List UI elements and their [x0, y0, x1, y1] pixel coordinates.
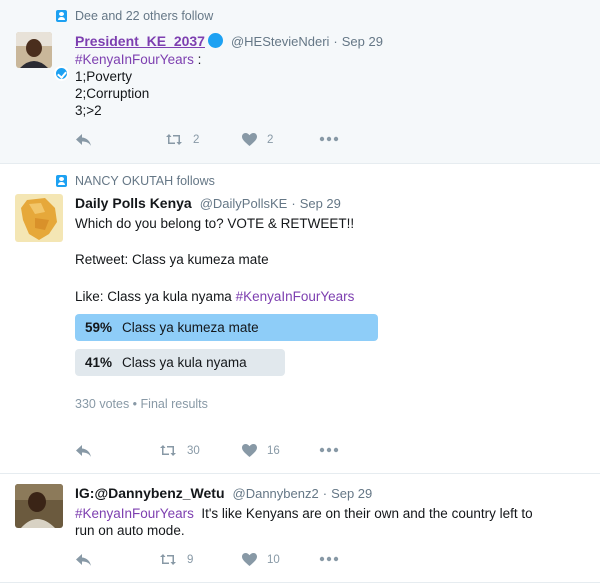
tweet-3[interactable]: IG:@Dannybenz_Wetu @Dannybenz2 · Sep 29 …	[0, 474, 600, 583]
more-dots-icon	[319, 136, 339, 142]
poll-results-meta: 330 votes • Final results	[75, 397, 208, 411]
tweet-text-line-3: Like: Class ya kula nyama #KenyaInFourYe…	[75, 288, 354, 305]
retweet-button[interactable]: 2	[165, 133, 199, 146]
hashtag-link[interactable]: #KenyaInFourYears	[236, 289, 355, 304]
timestamp[interactable]: Sep 29	[300, 196, 341, 211]
heart-icon	[242, 133, 257, 146]
poll-percent: 59%	[85, 320, 113, 335]
author-name[interactable]: Daily Polls Kenya	[75, 195, 192, 211]
text-line: run on auto mode.	[75, 523, 185, 538]
like-button[interactable]: 16	[242, 444, 280, 457]
like-count: 16	[267, 444, 280, 457]
like-button[interactable]: 10	[242, 553, 280, 566]
verified-badge-icon	[54, 66, 69, 81]
verified-icon	[207, 33, 223, 48]
poll-option-2: 41% Class ya kula nyama	[75, 349, 285, 376]
separator: ·	[322, 486, 328, 501]
poll-label: Class ya kula nyama	[122, 355, 247, 370]
tweet-actions: 30 16	[75, 444, 375, 464]
more-button[interactable]	[319, 136, 339, 142]
tweet-header: President_KE_2037 @HEStevieNderi · Sep 2…	[75, 31, 383, 49]
retweet-count: 2	[193, 133, 200, 146]
social-context-text: Dee and 22 others follow	[75, 9, 214, 23]
tweet-text-line-1: Which do you belong to? VOTE & RETWEET!!	[75, 216, 355, 231]
retweet-button[interactable]: 9	[159, 553, 193, 566]
tweet-1[interactable]: Dee and 22 others follow President_KE_20…	[0, 0, 600, 164]
author-handle[interactable]: @HEStevieNderi	[231, 34, 329, 49]
retweet-count: 30	[187, 444, 200, 457]
text-line: 3;>2	[75, 103, 102, 118]
tweet-actions: 9 10	[75, 553, 375, 573]
author-name[interactable]: IG:@Dannybenz_Wetu	[75, 485, 225, 501]
text-fragment: :	[193, 52, 202, 67]
reply-button[interactable]	[75, 444, 92, 458]
reply-icon	[76, 554, 91, 566]
reply-icon	[76, 134, 91, 146]
text-fragment: Like: Class ya kula nyama	[75, 289, 236, 304]
timestamp[interactable]: Sep 29	[331, 486, 372, 501]
poll-label: Class ya kumeza mate	[122, 320, 259, 335]
poll-percent: 41%	[85, 355, 113, 370]
reply-button[interactable]	[75, 553, 92, 567]
reply-button[interactable]	[75, 133, 92, 147]
tweet-text: #KenyaInFourYears It's like Kenyans are …	[75, 505, 585, 539]
timestamp[interactable]: Sep 29	[342, 34, 383, 49]
more-button[interactable]	[319, 556, 339, 562]
more-dots-icon	[319, 447, 339, 453]
author-handle[interactable]: @Dannybenz2	[233, 486, 319, 501]
like-button[interactable]: 2	[242, 133, 273, 146]
hashtag-link[interactable]: #KenyaInFourYears	[75, 52, 194, 67]
separator: ·	[291, 196, 296, 211]
reply-icon	[76, 445, 91, 457]
tweet-header: Daily Polls Kenya @DailyPollsKE · Sep 29	[75, 195, 341, 211]
author-handle[interactable]: @DailyPollsKE	[200, 196, 288, 211]
tweet-header: IG:@Dannybenz_Wetu @Dannybenz2 · Sep 29	[75, 485, 372, 501]
retweet-icon	[160, 554, 176, 565]
social-context[interactable]: NANCY OKUTAH follows	[56, 173, 215, 189]
text-fragment: It's like Kenyans are on their own and t…	[193, 506, 533, 521]
tweet-actions: 2 2	[75, 133, 375, 153]
heart-icon	[242, 444, 257, 457]
author-name[interactable]: President_KE_2037	[75, 33, 205, 49]
social-context[interactable]: Dee and 22 others follow	[56, 8, 213, 24]
text-line: 1;Poverty	[75, 69, 133, 84]
avatar[interactable]	[16, 32, 52, 68]
retweet-button[interactable]: 30	[159, 444, 200, 457]
heart-icon	[242, 553, 257, 566]
retweet-icon	[166, 134, 182, 145]
like-count: 2	[267, 133, 274, 146]
avatar[interactable]	[15, 484, 63, 528]
retweet-count: 9	[187, 553, 194, 566]
more-dots-icon	[319, 556, 339, 562]
text-line: 2;Corruption	[75, 86, 150, 101]
separator: ·	[333, 34, 338, 49]
retweet-icon	[160, 445, 176, 456]
tweet-2[interactable]: NANCY OKUTAH follows Daily Polls Kenya @…	[0, 164, 600, 474]
avatar[interactable]	[15, 194, 63, 242]
poll-option-1: 59% Class ya kumeza mate	[75, 314, 378, 341]
tweet-text-line-2: Retweet: Class ya kumeza mate	[75, 252, 269, 267]
like-count: 10	[267, 553, 280, 566]
hashtag-link[interactable]: #KenyaInFourYears	[75, 506, 194, 521]
social-context-text: NANCY OKUTAH follows	[75, 174, 215, 188]
tweet-text: #KenyaInFourYears : 1;Poverty 2;Corrupti…	[75, 51, 201, 119]
person-icon	[56, 175, 67, 187]
person-icon	[56, 10, 67, 22]
more-button[interactable]	[319, 447, 339, 453]
